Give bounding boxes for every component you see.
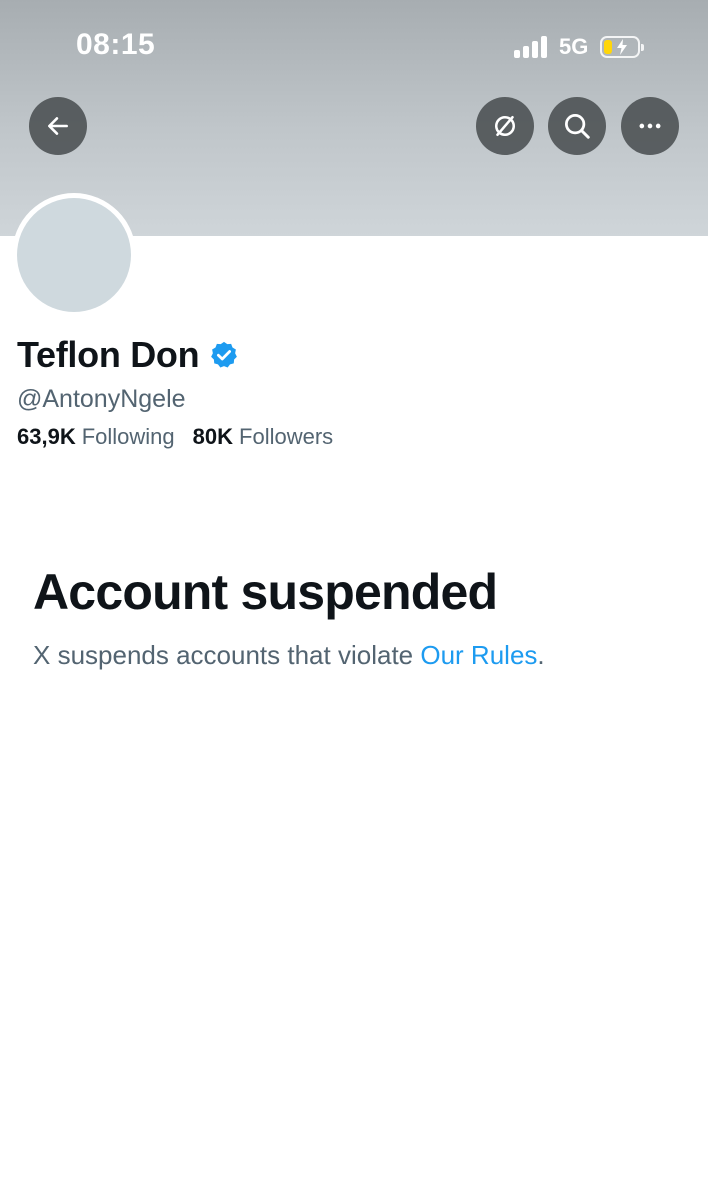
display-name-row: Teflon Don: [17, 334, 239, 376]
status-indicators: 5G: [514, 30, 645, 64]
suspended-title: Account suspended: [33, 564, 498, 620]
unfollow-icon: [495, 116, 515, 136]
avatar[interactable]: [12, 193, 136, 317]
battery-icon: [600, 36, 645, 58]
unfollow-button[interactable]: [476, 97, 534, 155]
suspended-message-text: X suspends accounts that violate: [33, 640, 421, 670]
search-button[interactable]: [548, 97, 606, 155]
suspended-message: X suspends accounts that violate Our Rul…: [33, 640, 545, 671]
search-icon: [565, 114, 590, 139]
following-link[interactable]: 63,9K Following: [17, 424, 175, 450]
battery-level: [604, 40, 613, 54]
back-arrow-icon: [48, 117, 68, 135]
charging-bolt-icon: [617, 39, 628, 55]
status-time: 08:15: [76, 28, 156, 61]
avatar-placeholder: [17, 198, 131, 312]
follow-stats: 63,9K Following 80K Followers: [17, 424, 333, 450]
more-icon: [639, 123, 661, 129]
profile-page: 08:15 5G Teflon Don @AntonyNgele 63,9K F…: [0, 0, 708, 1200]
suspended-message-suffix: .: [537, 640, 545, 670]
signal-icon: [514, 36, 547, 58]
followers-label: Followers: [239, 424, 334, 449]
verified-badge-icon[interactable]: [209, 340, 239, 370]
followers-count: 80K: [192, 424, 234, 449]
following-label: Following: [81, 424, 175, 449]
followers-link[interactable]: 80K Followers: [193, 424, 334, 450]
our-rules-link[interactable]: Our Rules: [420, 640, 537, 670]
back-button[interactable]: [29, 97, 87, 155]
network-label: 5G: [559, 34, 589, 59]
more-button[interactable]: [621, 97, 679, 155]
display-name: Teflon Don: [17, 334, 200, 375]
following-count: 63,9K: [17, 424, 76, 449]
username-handle: @AntonyNgele: [17, 385, 186, 413]
profile-banner: 08:15 5G: [0, 0, 708, 236]
